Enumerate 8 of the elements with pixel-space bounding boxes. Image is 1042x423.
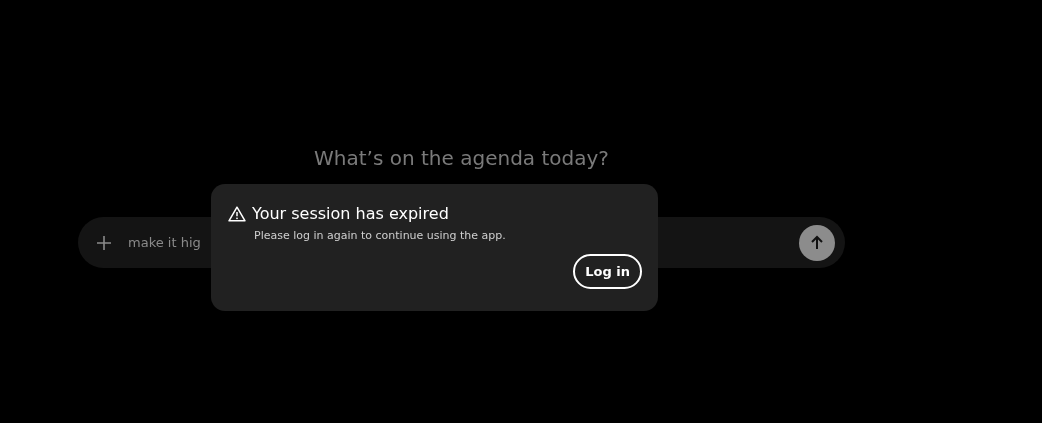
send-button[interactable] — [799, 224, 835, 261]
dialog-title: Your session has expired — [252, 204, 449, 223]
plus-icon[interactable] — [96, 234, 112, 251]
arrow-up-icon — [810, 234, 824, 251]
login-button[interactable]: Log in — [573, 254, 642, 289]
dialog-message: Please log in again to continue using the app. — [254, 229, 507, 242]
page-heading: What’s on the agenda today? — [314, 145, 609, 172]
warning-icon — [228, 205, 246, 222]
